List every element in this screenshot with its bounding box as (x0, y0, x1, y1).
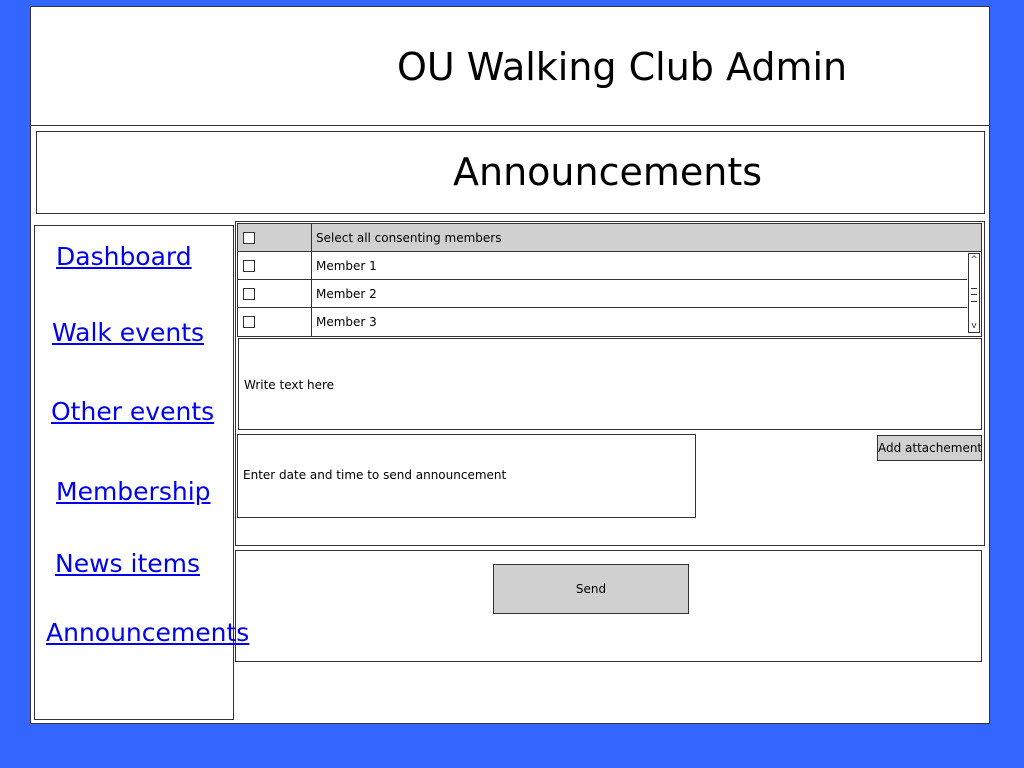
sidebar-link-news-items[interactable]: News items (55, 549, 200, 578)
select-all-checkbox[interactable] (243, 232, 255, 244)
scroll-up-icon[interactable]: ^ (969, 255, 979, 265)
checkbox-cell (238, 224, 312, 251)
app-title: OU Walking Club Admin (397, 45, 848, 89)
table-row: Member 2 (238, 280, 967, 308)
member-checkbox[interactable] (243, 288, 255, 300)
member-checkbox[interactable] (243, 260, 255, 272)
sidebar-link-membership[interactable]: Membership (56, 477, 211, 506)
scroll-thumb[interactable] (971, 288, 977, 302)
page-header: Announcements (36, 131, 985, 214)
sidebar-nav: Dashboard Walk events Other events Membe… (34, 225, 249, 720)
page-title: Announcements (453, 150, 763, 194)
checkbox-cell (238, 252, 312, 279)
send-datetime-input[interactable]: Enter date and time to send announcement (237, 434, 696, 518)
member-checkbox[interactable] (243, 316, 255, 328)
table-header-row: Select all consenting members (238, 224, 981, 252)
announcement-text-input[interactable]: Write text here (238, 338, 982, 430)
sidebar-link-walk-events[interactable]: Walk events (52, 318, 204, 347)
member-list-scrollbar[interactable]: ^ v (968, 253, 980, 333)
member-table: Select all consenting members Member 1 M… (237, 223, 982, 337)
checkbox-cell (238, 280, 312, 307)
sidebar-link-announcements[interactable]: Announcements (46, 618, 249, 647)
announcement-form: Select all consenting members Member 1 M… (235, 221, 985, 546)
announcement-text-placeholder: Write text here (244, 378, 335, 392)
table-row: Member 1 (238, 252, 967, 280)
member-label: Member 1 (316, 259, 377, 273)
sidebar-link-other-events[interactable]: Other events (51, 397, 214, 426)
send-panel: Send (235, 550, 982, 662)
member-label: Member 3 (316, 315, 377, 329)
select-all-label: Select all consenting members (316, 231, 502, 245)
app-window: OU Walking Club Admin Announcements Dash… (30, 6, 990, 724)
send-datetime-placeholder: Enter date and time to send announcement (243, 468, 507, 482)
sidebar-link-dashboard[interactable]: Dashboard (56, 242, 192, 271)
add-attachment-button[interactable]: Add attachement (877, 435, 982, 461)
checkbox-cell (238, 308, 312, 336)
member-label: Member 2 (316, 287, 377, 301)
scroll-down-icon[interactable]: v (969, 321, 979, 331)
send-button[interactable]: Send (493, 564, 689, 614)
app-header: OU Walking Club Admin (31, 7, 989, 126)
table-row: Member 3 (238, 308, 967, 336)
